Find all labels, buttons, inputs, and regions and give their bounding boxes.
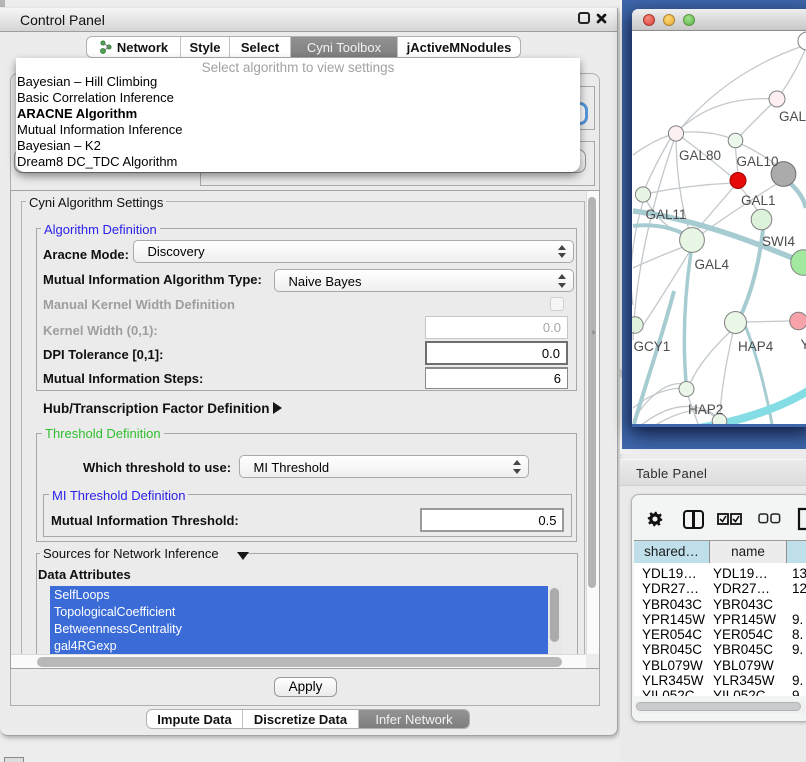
svg-text:Y: Y (801, 337, 806, 352)
svg-text:GCY1: GCY1 (634, 339, 671, 354)
svg-text:HAP4: HAP4 (738, 339, 774, 354)
svg-text:SWI4: SWI4 (762, 234, 795, 249)
svg-text:GAL7: GAL7 (779, 109, 806, 124)
svg-text:GAL1: GAL1 (741, 193, 776, 208)
svg-text:GAL11: GAL11 (646, 207, 687, 222)
svg-text:GAL4: GAL4 (695, 257, 730, 272)
svg-text:GAL80: GAL80 (679, 148, 721, 163)
svg-text:HAP2: HAP2 (688, 402, 723, 417)
svg-text:GAL10: GAL10 (737, 154, 779, 169)
